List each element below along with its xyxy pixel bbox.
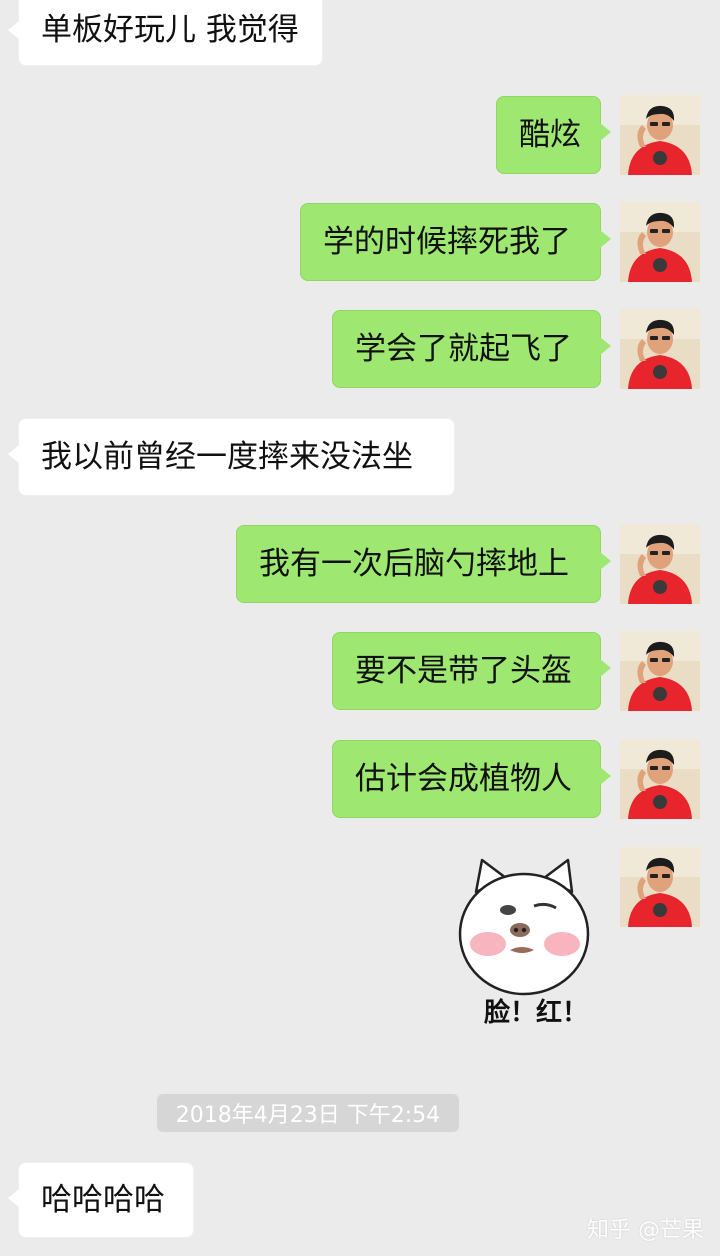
avatar-photo-icon (620, 202, 700, 282)
avatar-photo-icon (620, 739, 700, 819)
avatar-photo-icon (620, 524, 700, 604)
message-bubble-outgoing[interactable]: 酷炫 (496, 96, 611, 174)
message-text: 学会了就起飞了 (355, 330, 572, 367)
message-text: 要不是带了头盔 (355, 652, 572, 689)
avatar-photo-icon (620, 309, 700, 389)
message-text: 我以前曾经一度摔来没法坐 (41, 438, 413, 475)
blushing-pig-sticker[interactable]: 脸！红！ (454, 852, 594, 1028)
message-text: 酷炫 (519, 116, 581, 153)
user-avatar[interactable] (620, 739, 700, 819)
user-avatar[interactable] (620, 524, 700, 604)
message-bubble-incoming[interactable]: 哈哈哈哈 (8, 1162, 194, 1238)
avatar-photo-icon (620, 631, 700, 711)
message-bubble-incoming[interactable]: 我以前曾经一度摔来没法坐 (8, 418, 455, 496)
message-bubble-outgoing[interactable]: 估计会成植物人 (332, 740, 611, 818)
message-text: 我有一次后脑勺摔地上 (259, 545, 569, 582)
user-avatar[interactable] (620, 309, 700, 389)
message-bubble-outgoing[interactable]: 我有一次后脑勺摔地上 (236, 525, 611, 603)
message-bubble-outgoing[interactable]: 学会了就起飞了 (332, 310, 611, 388)
message-text: 哈哈哈哈 (41, 1181, 165, 1218)
user-avatar[interactable] (620, 631, 700, 711)
watermark: 知乎 @芒果 (587, 1218, 704, 1243)
sticker-caption: 脸！红！ (484, 998, 589, 1028)
chat-window: 单板好玩儿 我觉得 酷炫 学的时候摔死我了 学会了就起飞了 我以前曾经一度摔来没… (0, 0, 720, 1256)
message-bubble-outgoing[interactable]: 要不是带了头盔 (332, 632, 611, 710)
user-avatar[interactable] (620, 847, 700, 927)
message-bubble-incoming[interactable]: 单板好玩儿 我觉得 (8, 0, 323, 66)
avatar-photo-icon (620, 95, 700, 175)
timestamp: 2018年4月23日 下午2:54 (157, 1094, 459, 1132)
user-avatar[interactable] (620, 202, 700, 282)
message-text: 估计会成植物人 (355, 760, 572, 797)
avatar-photo-icon (620, 847, 700, 927)
message-bubble-outgoing[interactable]: 学的时候摔死我了 (300, 203, 611, 281)
user-avatar[interactable] (620, 95, 700, 175)
message-text: 学的时候摔死我了 (323, 223, 571, 260)
message-text: 单板好玩儿 我觉得 (41, 11, 299, 48)
